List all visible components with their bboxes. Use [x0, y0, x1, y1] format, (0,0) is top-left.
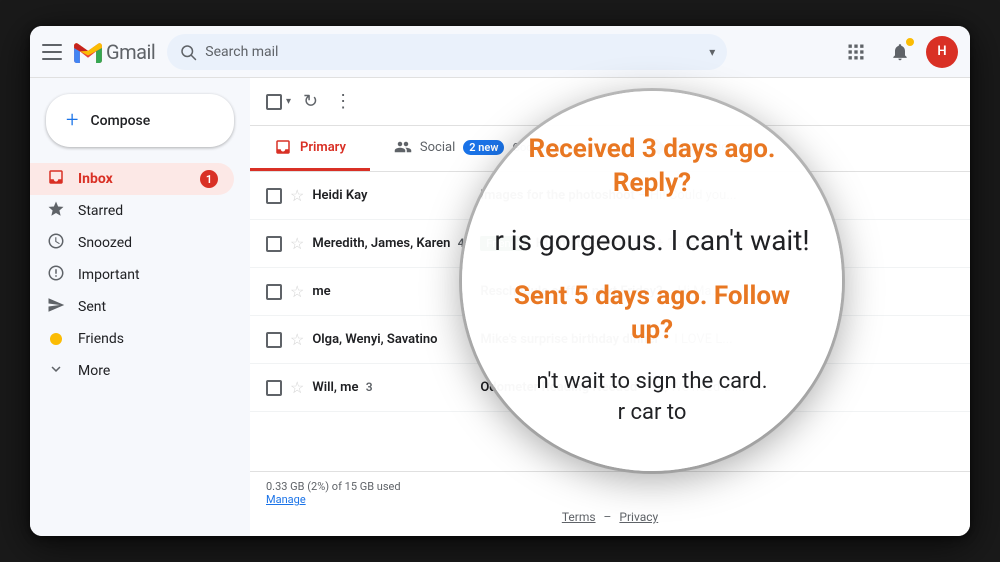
sent-icon [46, 296, 66, 318]
gmail-title: Gmail [106, 40, 155, 64]
select-all-area[interactable]: ▾ [266, 94, 291, 110]
row-star-icon[interactable]: ☆ [290, 378, 304, 397]
row-checkbox[interactable] [266, 332, 282, 348]
email-sender: Olga, Wenyi, Savatino [312, 332, 472, 347]
magnifier-body-text-1: r is gorgeous. I can't wait! [494, 221, 809, 260]
gmail-logo: Gmail [74, 40, 155, 64]
snoozed-icon [46, 232, 66, 254]
inbox-icon [46, 168, 66, 190]
apps-button[interactable] [838, 34, 874, 70]
important-icon [46, 264, 66, 286]
sidebar-item-snoozed[interactable]: Snoozed [30, 227, 234, 259]
snoozed-label: Snoozed [78, 235, 218, 251]
email-sender: me [312, 284, 472, 299]
more-chevron-icon [46, 360, 66, 382]
sidebar-item-starred[interactable]: Starred [30, 195, 234, 227]
more-label: More [78, 363, 218, 379]
row-checkbox[interactable] [266, 236, 282, 252]
row-star-icon[interactable]: ☆ [290, 282, 304, 301]
hamburger-icon[interactable] [42, 44, 62, 60]
sent-label: Sent [78, 299, 218, 315]
tab-social-label: Social [420, 140, 455, 155]
sidebar-item-inbox[interactable]: Inbox 1 [30, 163, 234, 195]
sidebar: + Compose Inbox 1 Starred Sn [30, 78, 250, 536]
magnifier-body-text-3: r car to [618, 398, 687, 429]
tab-primary[interactable]: Primary [250, 126, 370, 171]
search-bar[interactable]: Search mail ▾ [167, 34, 727, 70]
row-checkbox[interactable] [266, 188, 282, 204]
gmail-m-icon [74, 41, 102, 63]
important-label: Important [78, 267, 218, 283]
content-footer: 0.33 GB (2%) of 15 GB used Manage Terms … [250, 471, 970, 536]
email-sender: Meredith, James, Karen 4 [312, 236, 472, 251]
magnifier-overlay: Received 3 days ago. Reply? r is gorgeou… [462, 91, 842, 471]
refresh-button[interactable]: ↻ [299, 87, 322, 116]
select-all-checkbox[interactable] [266, 94, 282, 110]
friends-dot-icon [46, 330, 66, 349]
storage-info: 0.33 GB (2%) of 15 GB used Manage [266, 480, 954, 506]
sidebar-item-more[interactable]: More [30, 355, 234, 387]
search-placeholder: Search mail [205, 44, 701, 60]
select-dropdown-icon[interactable]: ▾ [286, 96, 291, 107]
avatar[interactable]: H [926, 36, 958, 68]
starred-icon [46, 200, 66, 222]
top-bar-right: H [838, 34, 958, 70]
search-icon [179, 43, 197, 61]
email-sender: Will, me 3 [312, 380, 472, 395]
inbox-label: Inbox [78, 171, 188, 187]
compose-button[interactable]: + Compose [46, 94, 234, 147]
sidebar-item-important[interactable]: Important [30, 259, 234, 291]
sidebar-item-friends[interactable]: Friends [30, 323, 234, 355]
device-frame: Gmail Search mail ▾ H [30, 26, 970, 536]
sidebar-item-sent[interactable]: Sent [30, 291, 234, 323]
storage-text: 0.33 GB (2%) of 15 GB used [266, 480, 401, 493]
starred-label: Starred [78, 203, 218, 219]
row-checkbox[interactable] [266, 380, 282, 396]
friends-label: Friends [78, 331, 218, 347]
notifications-button[interactable] [882, 34, 918, 70]
email-sender: Heidi Kay [312, 188, 472, 203]
row-star-icon[interactable]: ☆ [290, 234, 304, 253]
privacy-link[interactable]: Privacy [619, 510, 658, 524]
apps-grid-icon [846, 42, 866, 62]
inbox-badge: 1 [200, 170, 218, 188]
footer-separator: – [604, 510, 612, 524]
compose-plus-icon: + [66, 108, 78, 133]
bell-icon [890, 42, 910, 62]
compose-label: Compose [90, 113, 150, 129]
top-bar: Gmail Search mail ▾ H [30, 26, 970, 78]
search-dropdown-icon[interactable]: ▾ [709, 45, 715, 59]
magnifier-sent-text: Sent 5 days ago. Follow up? [492, 280, 812, 348]
tab-primary-label: Primary [300, 140, 346, 155]
row-star-icon[interactable]: ☆ [290, 186, 304, 205]
magnifier-body-text-2: n't wait to sign the card. [536, 367, 767, 398]
more-options-button[interactable]: ⋮ [330, 87, 356, 116]
footer-links: Terms – Privacy [266, 506, 954, 528]
terms-link[interactable]: Terms [562, 510, 596, 524]
social-tab-icon [394, 138, 412, 156]
magnifier-received-text: Received 3 days ago. Reply? [492, 133, 812, 201]
social-badge: 2 new [463, 140, 504, 155]
row-star-icon[interactable]: ☆ [290, 330, 304, 349]
manage-link[interactable]: Manage [266, 493, 306, 506]
row-checkbox[interactable] [266, 284, 282, 300]
primary-tab-icon [274, 138, 292, 156]
